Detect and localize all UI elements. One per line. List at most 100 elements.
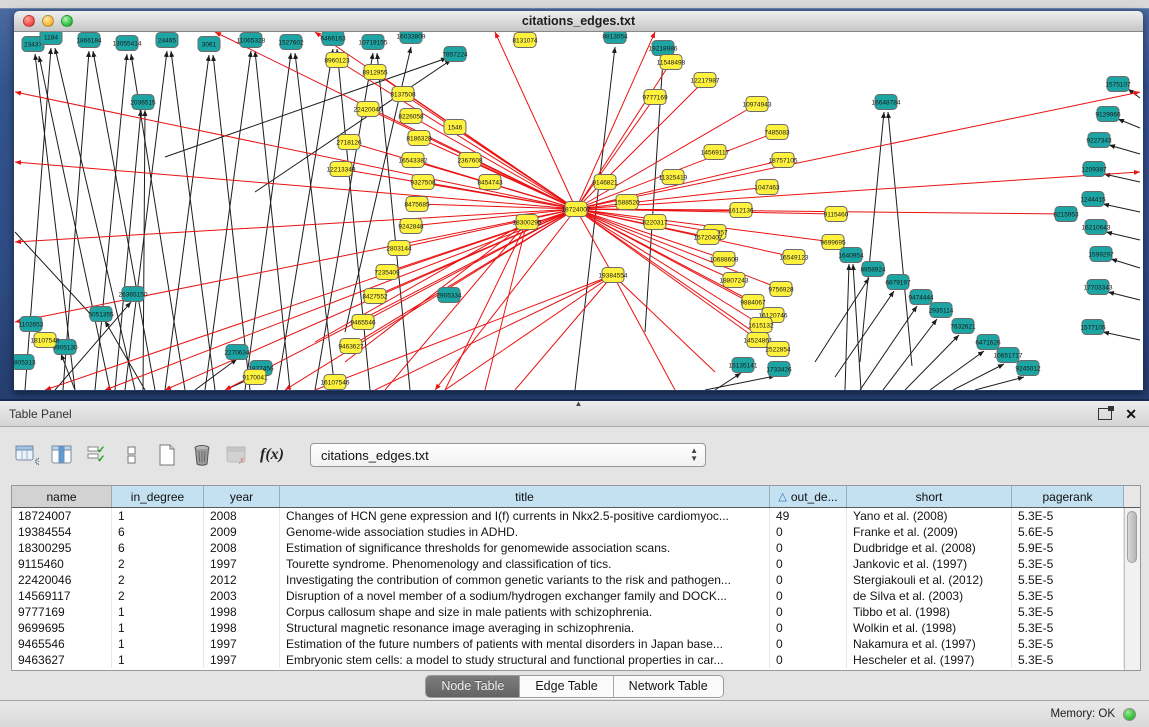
network-canvas[interactable]: 2343711841866184130554142446530611106532… xyxy=(14,32,1141,390)
column-chooser-icon[interactable] xyxy=(49,442,75,468)
graph-node[interactable]: 2036515 xyxy=(130,95,156,110)
graph-node[interactable]: 16543382 xyxy=(399,153,428,168)
graph-node[interactable]: 16549123 xyxy=(780,250,809,265)
graph-node[interactable]: 7235409 xyxy=(374,265,400,280)
graph-node[interactable]: 1244415 xyxy=(1080,192,1106,207)
graph-node[interactable]: 9465546 xyxy=(350,315,376,330)
graph-node[interactable]: 9242848 xyxy=(398,219,424,234)
graph-node[interactable]: 8137508 xyxy=(390,87,416,102)
graph-node[interactable]: 9227343 xyxy=(1086,133,1112,148)
column-header-name[interactable]: name xyxy=(12,486,112,507)
graph-node[interactable]: 2803144 xyxy=(386,241,412,256)
graph-node[interactable]: 5051355 xyxy=(88,307,114,322)
graph-node[interactable]: 6471626 xyxy=(975,335,1001,350)
close-panel-icon[interactable]: ✕ xyxy=(1125,407,1137,421)
graph-node[interactable]: 26365150 xyxy=(119,287,148,302)
graph-node[interactable]: 1599297 xyxy=(1088,247,1114,262)
graph-node[interactable]: 8220317 xyxy=(642,215,668,230)
graph-node[interactable]: 19218986 xyxy=(649,41,678,56)
graph-node[interactable]: 10974943 xyxy=(743,97,772,112)
graph-node[interactable]: 1575107 xyxy=(1105,77,1131,92)
graph-node[interactable]: 12213349 xyxy=(327,162,356,177)
table-settings-icon[interactable]: ⚙ xyxy=(14,442,40,468)
graph-node[interactable]: 8131074 xyxy=(512,33,538,48)
graph-node[interactable]: 13055414 xyxy=(113,36,142,51)
graph-node[interactable]: 18300295 xyxy=(513,215,542,230)
graph-node[interactable]: 16107546 xyxy=(321,375,350,390)
graph-node[interactable]: 14569117 xyxy=(701,145,730,160)
table-row[interactable]: 1830029562008Estimation of significance … xyxy=(12,540,1140,556)
minimize-button[interactable] xyxy=(42,15,54,27)
graph-node[interactable]: 1866184 xyxy=(76,33,102,48)
graph-node[interactable]: 10651717 xyxy=(994,348,1023,363)
close-button[interactable] xyxy=(23,15,35,27)
graph-node[interactable]: 17703343 xyxy=(1084,280,1113,295)
column-header-out-de-[interactable]: △out_de... xyxy=(770,486,847,507)
graph-node[interactable]: 11325419 xyxy=(659,170,688,185)
table-row[interactable]: 911546021997Tourette syndrome. Phenomeno… xyxy=(12,556,1140,572)
graph-node[interactable]: 8226058 xyxy=(398,109,424,124)
graph-node[interactable]: 16033809 xyxy=(397,32,426,44)
graph-node[interactable]: 8427552 xyxy=(362,289,388,304)
graph-node[interactable]: 9146821 xyxy=(592,175,618,190)
table-row[interactable]: 1872400712008Changes of HCN gene express… xyxy=(12,508,1140,524)
graph-node[interactable]: 2718126 xyxy=(336,135,362,150)
row-options-icon[interactable] xyxy=(119,442,145,468)
column-header-in-degree[interactable]: in_degree xyxy=(112,486,204,507)
graph-node[interactable]: 18757105 xyxy=(769,153,798,168)
graph-node[interactable]: 2270634 xyxy=(224,345,250,360)
table-row[interactable]: 946554611997Estimation of the future num… xyxy=(12,636,1140,652)
graph-node[interactable]: 16648784 xyxy=(872,95,901,110)
graph-node[interactable]: 16210643 xyxy=(1082,220,1111,235)
graph-node[interactable]: 1588520 xyxy=(614,195,640,210)
splitter-handle[interactable]: ▲ xyxy=(575,399,583,408)
zoom-button[interactable] xyxy=(61,15,73,27)
column-header-title[interactable]: title xyxy=(280,486,770,507)
graph-node[interactable]: 8454743 xyxy=(477,175,503,190)
graph-node[interactable]: 9463627 xyxy=(338,339,364,354)
table-row[interactable]: 969969511998Structural magnetic resonanc… xyxy=(12,620,1140,636)
graph-node[interactable]: 3061 xyxy=(198,37,220,52)
graph-node[interactable]: 1733426 xyxy=(766,362,792,377)
scrollbar-thumb[interactable] xyxy=(1127,511,1137,563)
graph-node[interactable]: 18724007 xyxy=(562,202,591,217)
graph-node[interactable]: 8958924 xyxy=(860,262,886,277)
column-header-year[interactable]: year xyxy=(204,486,280,507)
table-row[interactable]: 2242004622012Investigating the contribut… xyxy=(12,572,1140,588)
tab-node-table[interactable]: Node Table xyxy=(426,676,520,697)
table-row[interactable]: 1456911722003Disruption of a novel membe… xyxy=(12,588,1140,604)
table-selector-dropdown[interactable]: citations_edges.txt ▲▼ xyxy=(310,443,706,467)
delete-table-icon[interactable] xyxy=(189,442,215,468)
graph-node[interactable]: 1546 xyxy=(444,120,466,135)
graph-node[interactable]: 6879197 xyxy=(885,275,911,290)
graph-node[interactable]: 2367608 xyxy=(457,153,483,168)
network-window-titlebar[interactable]: citations_edges.txt xyxy=(14,11,1143,32)
graph-node[interactable]: 7857224 xyxy=(442,47,468,62)
graph-node[interactable]: 1640954 xyxy=(838,248,864,263)
graph-node[interactable]: 18807243 xyxy=(720,273,749,288)
graph-node[interactable]: 1615132 xyxy=(748,318,774,333)
graph-node[interactable]: 8960123 xyxy=(324,53,350,68)
graph-node[interactable]: 19384554 xyxy=(599,268,628,283)
graph-node[interactable]: 2522854 xyxy=(765,342,791,357)
graph-node[interactable]: 1184 xyxy=(40,32,62,45)
graph-node[interactable]: 8912955 xyxy=(362,65,388,80)
graph-node[interactable]: 1102653 xyxy=(19,317,44,332)
graph-node[interactable]: 8215953 xyxy=(1053,207,1079,222)
graph-node[interactable]: 2905334 xyxy=(436,288,462,303)
graph-node[interactable]: 8186328 xyxy=(406,131,432,146)
graph-node[interactable]: 11065328 xyxy=(237,33,266,48)
graph-node[interactable]: 9777169 xyxy=(642,90,668,105)
vertical-scrollbar[interactable] xyxy=(1124,508,1140,670)
graph-node[interactable]: 10719155 xyxy=(359,35,388,50)
graph-node[interactable]: 2935114 xyxy=(929,303,954,318)
graph-node[interactable]: 9474444 xyxy=(908,290,934,305)
new-table-icon[interactable] xyxy=(154,442,180,468)
column-header-short[interactable]: short xyxy=(847,486,1012,507)
graph-node[interactable]: 7632621 xyxy=(950,319,976,334)
graph-node[interactable]: 9327508 xyxy=(410,175,436,190)
graph-node[interactable]: 1612136 xyxy=(728,203,754,218)
table-row[interactable]: 977716911998Corpus callosum shape and si… xyxy=(12,604,1140,620)
graph-node[interactable]: 1805313 xyxy=(14,355,36,370)
graph-node[interactable]: 9245012 xyxy=(1015,361,1041,376)
